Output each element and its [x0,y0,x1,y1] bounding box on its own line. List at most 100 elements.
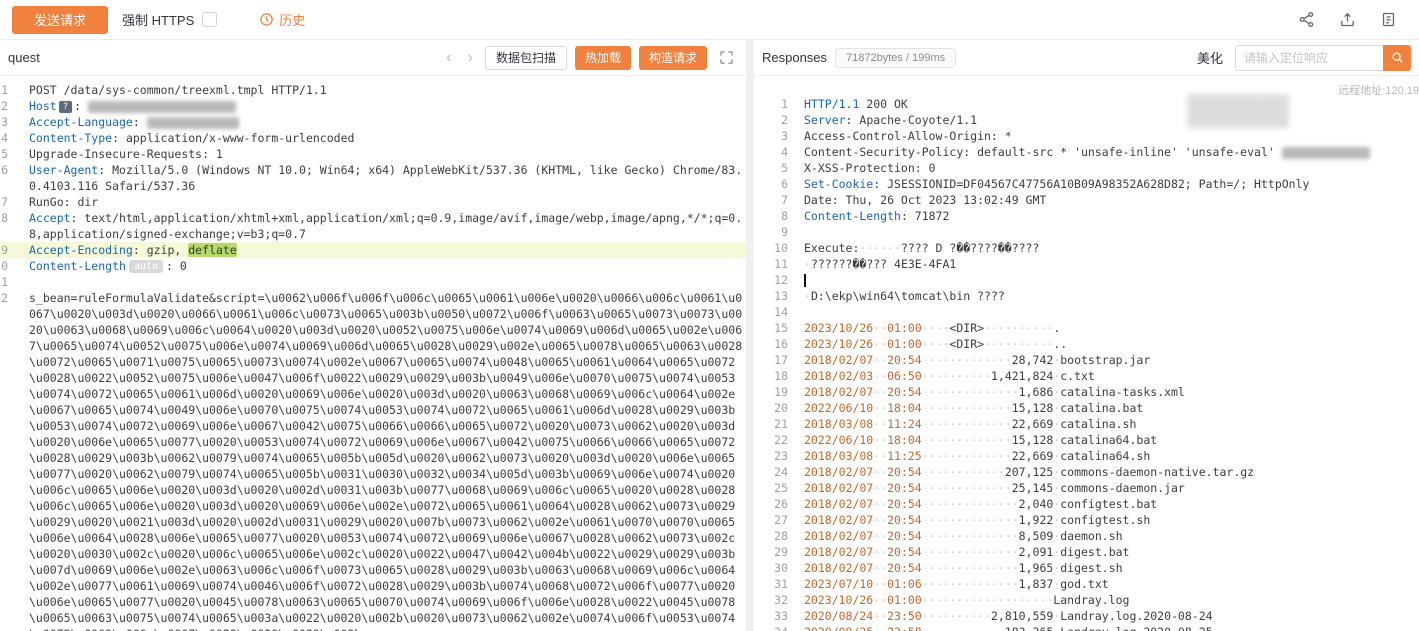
editor-line[interactable]: 272018/02/07··20:54··············1,922·c… [754,512,1419,528]
editor-line[interactable]: 0Content-Lengthauto: 0 [0,258,746,274]
code-segment: ·········· [984,321,1053,335]
editor-line[interactable]: 3Accept-Language: [0,114,746,130]
chevron-right-icon[interactable]: › [464,50,477,66]
code-segment: ·· [873,321,887,335]
editor-line[interactable]: 262018/02/07··20:54··············2,040·c… [754,496,1419,512]
code-segment: Landray.log.2020-08-25 [1060,625,1212,631]
code-segment: god.txt [1060,577,1108,591]
code-segment: commons-daemon.jar [1060,481,1185,495]
editor-line[interactable]: 5X-XSS-Protection: 0 [754,160,1419,176]
history-label: 历史 [279,10,305,29]
editor-line[interactable]: 10Execute:······???? D ?��????��???? [754,240,1419,256]
editor-line[interactable]: 1 [0,274,746,290]
construct-request-button[interactable]: 构造请求 [639,46,707,70]
editor-line[interactable]: 172018/02/07··20:54·············28,742·b… [754,352,1419,368]
code-segment: configtest.bat [1060,497,1157,511]
code-segment: 183,365 [1005,625,1053,631]
code-segment: ·· [873,465,887,479]
editor-line[interactable]: 6Set-Cookie: JSESSIONID=DF04567C47756A10… [754,176,1419,192]
response-search-input[interactable] [1235,45,1383,71]
editor-line[interactable]: 242018/02/07··20:54············207,125·c… [754,464,1419,480]
code-segment: catalina64.sh [1060,449,1150,463]
expand-icon[interactable] [719,50,734,65]
editor-line[interactable]: 342020/08/25··23:58············183,365·L… [754,624,1419,631]
editor-line[interactable]: 2Server: Apache-Coyote/1.1 [754,112,1419,128]
packet-scan-button[interactable]: 数据包扫描 [485,46,567,70]
line-number: 15 [754,320,788,336]
editor-line[interactable]: 4Content-Type: application/x-www-form-ur… [0,130,746,146]
editor-line[interactable]: 2s_bean=ruleFormulaValidate&script=\u006… [0,290,746,631]
editor-line[interactable]: 192018/02/07··20:54··············1,686·c… [754,384,1419,400]
send-request-button[interactable]: 发送请求 [12,6,108,34]
editor-line[interactable]: 212018/03/08··11:24·············22,669·c… [754,416,1419,432]
editor-line[interactable]: 14 [754,304,1419,320]
code-segment: ·· [873,433,887,447]
beautify-button[interactable]: 美化 [1197,48,1223,67]
history-button[interactable]: 历史 [259,10,305,29]
hot-reload-button[interactable]: 热加载 [575,46,631,70]
code-segment: 15,128 [1012,401,1054,415]
code-segment: : Mozilla/5.0 (Windows NT 10.0; Win64; x… [29,163,742,193]
request-editor[interactable]: 1POST /data/sys-common/treexml.tmpl HTTP… [0,76,746,631]
editor-line[interactable]: 13·D:\ekp\win64\tomcat\bin ???? [754,288,1419,304]
code-segment: 11:25 [887,449,922,463]
code-segment: ·· [873,545,887,559]
line-number: 23 [754,448,788,464]
editor-line[interactable]: 7RunGo: dir [0,194,746,210]
line-number: 8 [754,208,788,224]
editor-line[interactable]: 312023/07/10··01:06··············1,837·g… [754,576,1419,592]
response-editor[interactable]: 1HTTP/1.1 200 OK2Server: Apache-Coyote/1… [754,76,1419,631]
code-segment: ·············· [922,385,1019,399]
export-icon[interactable] [1339,11,1356,28]
code-segment: : 0 [166,259,187,273]
editor-line[interactable]: 292018/02/07··20:54··············2,091·d… [754,544,1419,560]
editor-line[interactable]: 12 [754,272,1419,288]
code-segment: 2018/02/07 [804,513,873,527]
code-segment: 2018/02/07 [804,353,873,367]
editor-line[interactable]: 162023/10/26··01:00····<DIR>··········.. [754,336,1419,352]
editor-line[interactable]: 232018/03/08··11:25·············22,669·c… [754,448,1419,464]
code-segment: X-XSS-Protection: 0 [804,161,936,175]
editor-line[interactable]: 4Content-Security-Policy: default-src * … [754,144,1419,160]
editor-line[interactable]: 202022/06/10··18:04·············15,128·c… [754,400,1419,416]
editor-line[interactable]: 322023/10/26··01:00···················La… [754,592,1419,608]
report-icon[interactable] [1380,11,1397,28]
editor-line[interactable]: 152023/10/26··01:00····<DIR>··········. [754,320,1419,336]
editor-line[interactable]: 1POST /data/sys-common/treexml.tmpl HTTP… [0,82,746,98]
editor-line[interactable]: 9Accept-Encoding: gzip, deflate [0,242,746,258]
editor-line[interactable]: 8Content-Length: 71872 [754,208,1419,224]
editor-line[interactable]: 9 [754,224,1419,240]
editor-line[interactable]: 2Host?: [0,98,746,114]
request-tab-label[interactable]: quest [8,50,40,65]
request-pane: quest ‹ › 数据包扫描 热加载 构造请求 1POST /data/sys… [0,40,746,631]
line-number: 32 [754,592,788,608]
code-segment: : Apache-Coyote/1.1 [846,113,978,127]
code-segment: ············· [922,401,1012,415]
code-segment: Access-Control-Allow-Origin: * [804,129,1012,143]
editor-line[interactable]: 282018/02/07··20:54··············8,509·d… [754,528,1419,544]
editor-line[interactable]: 8Accept: text/html,application/xhtml+xml… [0,210,746,242]
code-segment: 2023/10/26 [804,321,873,335]
editor-line[interactable]: 332020/08/24··23:50··········2,810,559·L… [754,608,1419,624]
search-button[interactable] [1383,45,1411,71]
editor-line[interactable]: 6User-Agent: Mozilla/5.0 (Windows NT 10.… [0,162,746,194]
editor-line[interactable]: 222022/06/10··18:04·············15,128·c… [754,432,1419,448]
chevron-left-icon[interactable]: ‹ [442,50,455,66]
editor-line[interactable]: 302018/02/07··20:54··············1,965·d… [754,560,1419,576]
top-toolbar: 发送请求 强制 HTTPS 历史 [0,0,1419,40]
code-segment: 18:04 [887,401,922,415]
editor-line[interactable]: 3Access-Control-Allow-Origin: * [754,128,1419,144]
force-https-checkbox[interactable] [202,12,217,27]
responses-tab-label[interactable]: Responses [762,50,827,65]
code-segment: ·········· [922,369,991,383]
editor-line[interactable]: 182018/02/03··06:50··········1,421,824·c… [754,368,1419,384]
editor-line[interactable]: 7Date: Thu, 26 Oct 2023 13:02:49 GMT [754,192,1419,208]
editor-line[interactable]: 11·??????��??? 4E3E-4FA1 [754,256,1419,272]
share-icon[interactable] [1298,11,1315,28]
code-segment: Accept [29,211,71,225]
editor-line[interactable]: 5Upgrade-Insecure-Requests: 1 [0,146,746,162]
editor-line[interactable]: 252018/02/07··20:54·············25,145·c… [754,480,1419,496]
editor-line[interactable]: 1HTTP/1.1 200 OK [754,96,1419,112]
code-segment: 1,965 [1019,561,1054,575]
split-panes: quest ‹ › 数据包扫描 热加载 构造请求 1POST /data/sys… [0,40,1419,631]
